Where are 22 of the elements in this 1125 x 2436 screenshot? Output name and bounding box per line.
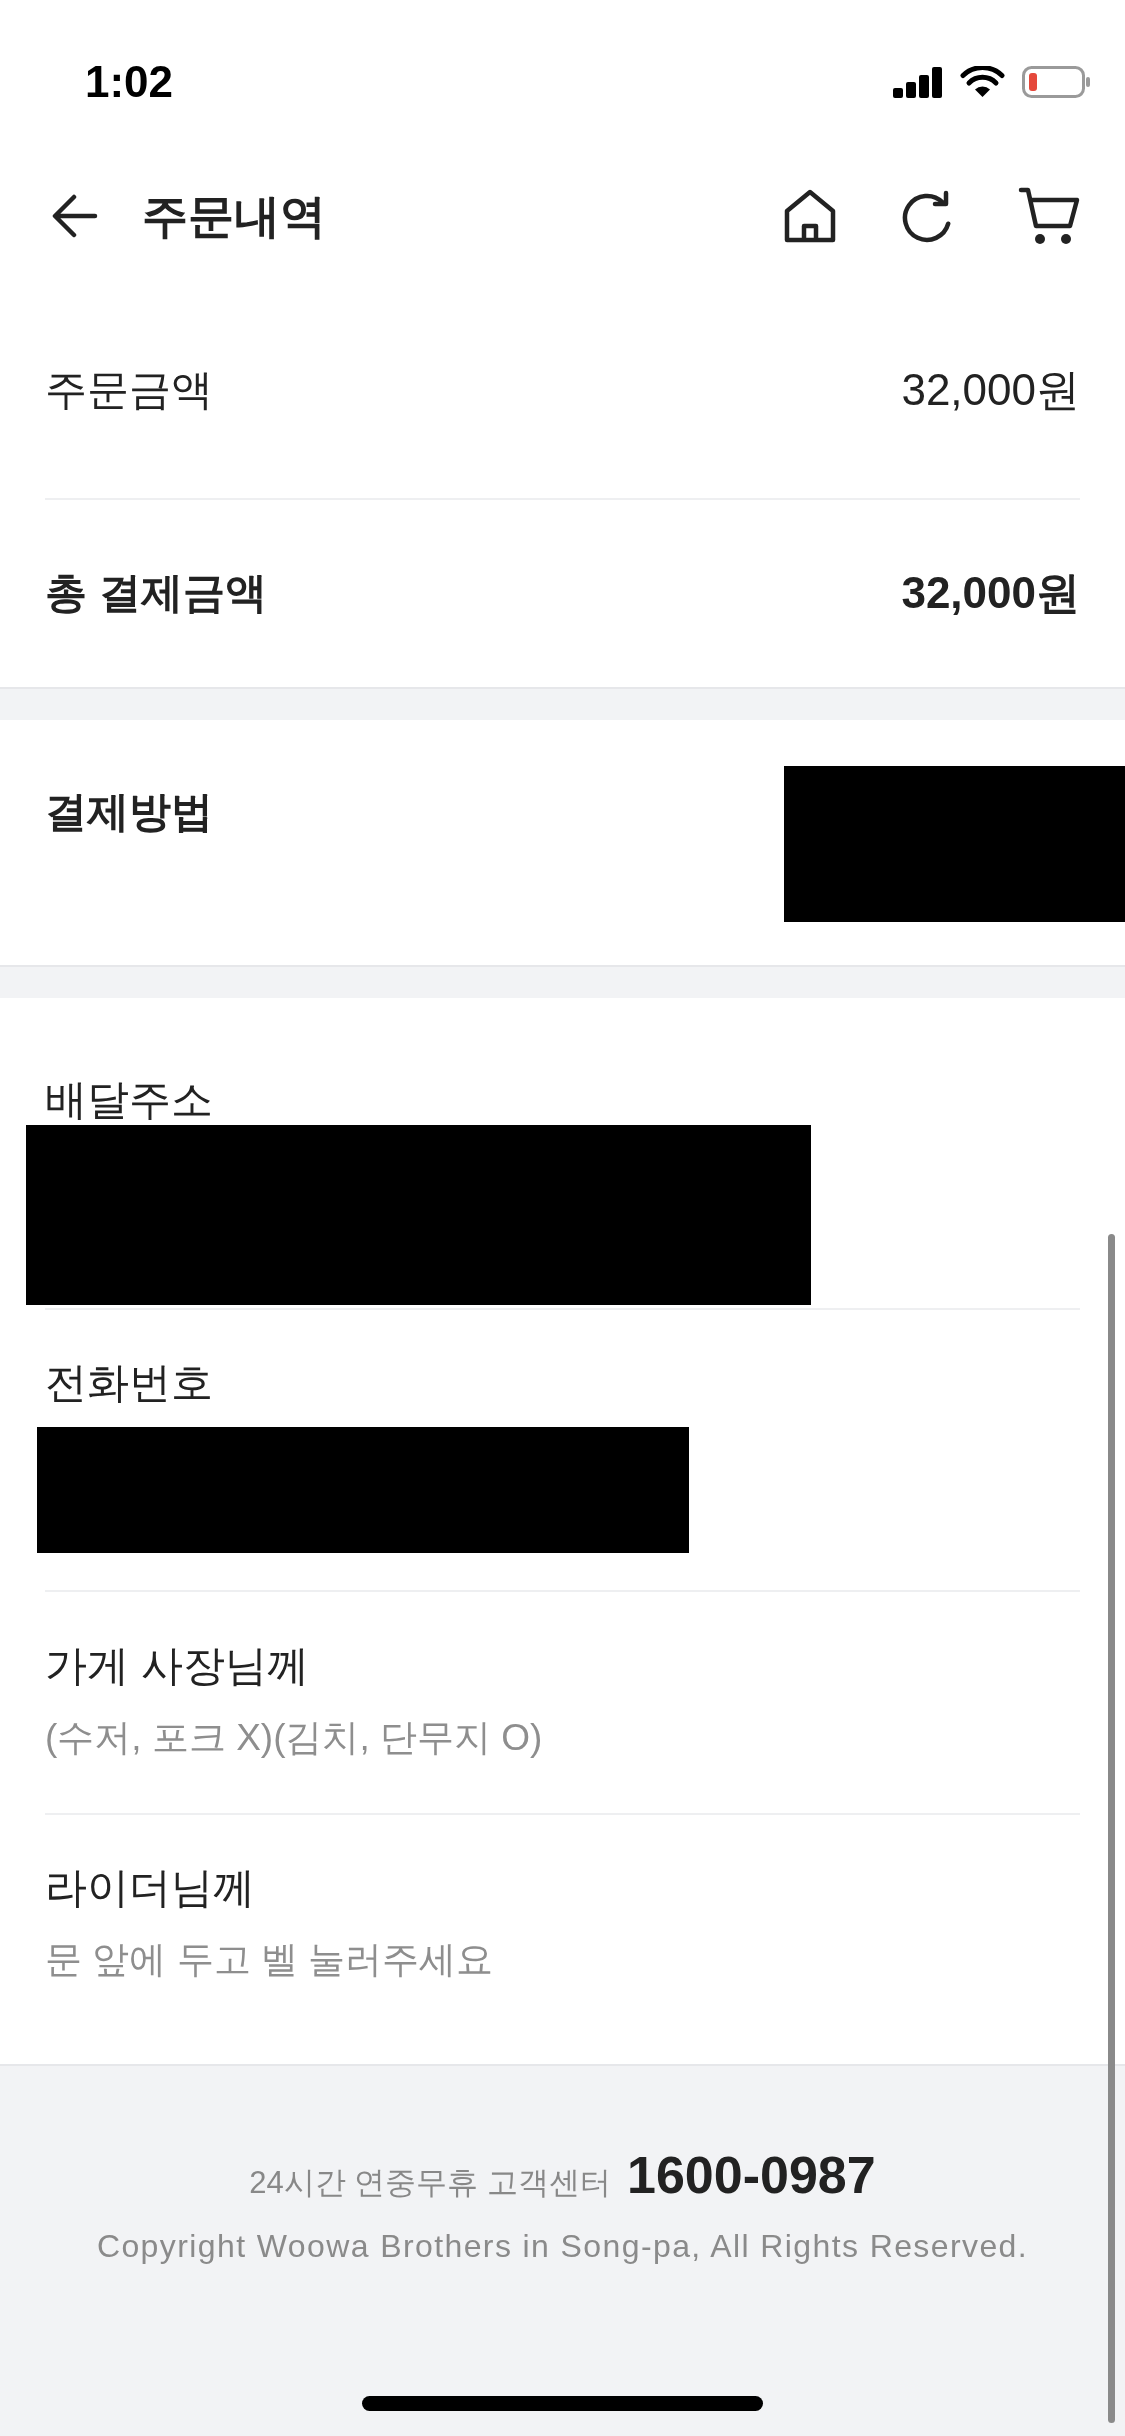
info-label: 전화번호 [45, 1358, 213, 1408]
status-time: 1:02 [85, 57, 174, 107]
cart-icon[interactable] [1018, 186, 1080, 246]
info-value: 문 앞에 두고 벨 눌러주세요 [45, 1938, 494, 1982]
row-value: 32,000원 [901, 365, 1080, 415]
signal-icon [893, 66, 943, 98]
info-label: 가게 사장님께 [45, 1641, 309, 1691]
wifi-icon [960, 66, 1005, 98]
info-value: (수저, 포크 X)(김치, 단무지 O) [45, 1716, 543, 1760]
home-icon[interactable] [784, 189, 836, 243]
page-title: 주문내역 [142, 189, 326, 243]
support-label: 24시간 연중무휴 고객센터 [249, 2164, 611, 2202]
row-label: 주문금액 [45, 365, 213, 415]
info-label: 라이더님께 [45, 1863, 255, 1913]
row-label: 총 결제금액 [45, 568, 267, 618]
row-value: 32,000원 [901, 568, 1080, 618]
back-arrow-icon[interactable] [52, 193, 98, 239]
info-label: 배달주소 [45, 1075, 213, 1125]
battery-icon [1022, 66, 1090, 98]
copyright-text: Copyright Woowa Brothers in Song-pa, All Rights Reserved. [96, 2227, 1029, 2266]
section-title: 결제방법 [45, 787, 213, 837]
support-phone: 1600-0987 [627, 2147, 876, 2203]
